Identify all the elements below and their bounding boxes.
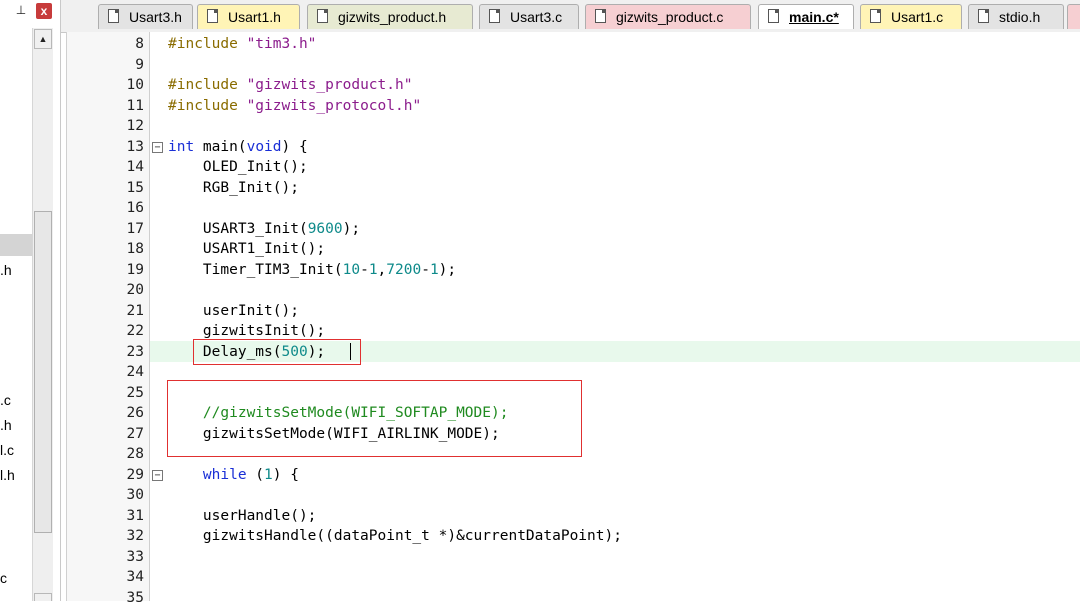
tab-usart1-h[interactable]: Usart1.h xyxy=(197,4,300,29)
code-line[interactable]: OLED_Init(); xyxy=(168,157,308,177)
line-number: 32 xyxy=(126,528,144,544)
line-number: 34 xyxy=(126,569,144,585)
file-icon xyxy=(317,9,328,23)
line-number: 33 xyxy=(126,548,144,565)
tab-label: Usart3.h xyxy=(129,9,182,25)
tab-label: gizwits_product.c xyxy=(616,9,724,25)
line-number: 18 xyxy=(126,241,144,257)
tab-usart3-h[interactable]: Usart3.h xyxy=(98,4,193,29)
line-number: 21 xyxy=(126,302,144,319)
tab-label: Usart1.c xyxy=(891,9,944,25)
line-number: 16 xyxy=(126,200,144,216)
scroll-up-arrow-icon[interactable]: ▲ xyxy=(34,29,52,49)
line-number: 14 xyxy=(126,159,144,175)
annotation-box xyxy=(193,339,361,365)
line-number: 20 xyxy=(126,282,144,298)
line-number: 30 xyxy=(126,487,144,503)
line-number: 23 xyxy=(126,343,144,360)
line-number: 29 xyxy=(126,466,144,483)
tree-item[interactable]: c xyxy=(0,570,7,586)
tab-gizwits-product-h[interactable]: gizwits_product.h xyxy=(307,4,473,29)
tab-overflow[interactable] xyxy=(1067,4,1080,29)
file-icon xyxy=(108,9,119,23)
annotation-box xyxy=(167,380,582,457)
tab-usart1-c[interactable]: Usart1.c xyxy=(860,4,962,29)
file-icon xyxy=(489,9,500,23)
file-icon xyxy=(870,9,881,23)
tab-label: stdio.h xyxy=(999,9,1041,25)
code-line[interactable]: #include "gizwits_protocol.h" xyxy=(168,96,421,116)
line-number: 17 xyxy=(126,220,144,237)
line-number: 11 xyxy=(126,97,144,114)
line-number: 31 xyxy=(126,507,144,524)
line-number: 13 xyxy=(126,138,144,155)
code-line[interactable]: int main(void) { xyxy=(168,137,308,157)
line-number: 15 xyxy=(126,179,144,196)
code-line[interactable]: userHandle(); xyxy=(168,506,317,526)
tab-main-c[interactable]: main.c* xyxy=(758,4,854,29)
code-line[interactable]: gizwitsInit(); xyxy=(168,321,325,341)
line-number: 12 xyxy=(126,118,144,134)
tab-label: Usart1.h xyxy=(228,9,281,25)
file-icon xyxy=(768,9,779,23)
line-number: 27 xyxy=(126,425,144,442)
close-panel-button[interactable]: x xyxy=(36,3,52,19)
scroll-down-arrow-icon[interactable] xyxy=(34,593,52,601)
file-icon xyxy=(207,9,218,23)
tab-label: Usart3.c xyxy=(510,9,563,25)
line-number: 19 xyxy=(126,261,144,278)
tree-item[interactable]: .h xyxy=(0,262,12,278)
code-line[interactable]: USART1_Init(); xyxy=(168,239,325,259)
code-line[interactable]: #include "gizwits_product.h" xyxy=(168,75,412,95)
tab-stdio-h[interactable]: stdio.h xyxy=(968,4,1064,29)
line-number: 24 xyxy=(126,364,144,380)
scroll-thumb[interactable] xyxy=(34,211,52,533)
vertical-scrollbar[interactable]: ▲ xyxy=(32,28,53,601)
project-panel: ⊥ x .h .c .h l.c l.h c ▲ xyxy=(0,0,61,601)
line-number: 26 xyxy=(126,405,144,421)
file-icon xyxy=(595,9,606,23)
code-line[interactable]: USART3_Init(9600); xyxy=(168,219,360,239)
code-line[interactable]: userInit(); xyxy=(168,301,299,321)
line-number: 22 xyxy=(126,323,144,339)
tree-item[interactable]: l.h xyxy=(0,467,15,483)
tree-selected-row[interactable] xyxy=(0,234,32,256)
tree-item[interactable]: .c xyxy=(0,392,11,408)
editor-tab-bar: Usart3.h Usart1.h gizwits_product.h Usar… xyxy=(61,0,1080,33)
tab-label: main.c* xyxy=(789,9,839,25)
code-line[interactable]: while (1) { xyxy=(168,465,299,485)
code-line[interactable]: RGB_Init(); xyxy=(168,178,299,198)
fold-toggle-icon[interactable]: − xyxy=(152,141,163,153)
line-number: 8 xyxy=(135,36,144,52)
line-number: 10 xyxy=(126,77,144,93)
tab-gizwits-product-c[interactable]: gizwits_product.c xyxy=(585,4,751,29)
line-number: 35 xyxy=(126,589,144,606)
line-number: 25 xyxy=(126,384,144,401)
line-number: 28 xyxy=(126,446,144,462)
fold-toggle-icon[interactable]: − xyxy=(152,469,163,481)
code-line[interactable]: gizwitsHandle((dataPoint_t *)&currentDat… xyxy=(168,526,622,546)
tree-item[interactable]: l.c xyxy=(0,442,14,458)
tab-label: gizwits_product.h xyxy=(338,9,447,25)
code-line[interactable]: #include "tim3.h" xyxy=(168,34,316,54)
code-line[interactable]: Timer_TIM3_Init(10-1,7200-1); xyxy=(168,260,456,280)
file-icon xyxy=(978,9,989,23)
tree-item[interactable]: .h xyxy=(0,417,12,433)
line-number: 9 xyxy=(135,56,144,73)
tab-usart3-c[interactable]: Usart3.c xyxy=(479,4,579,29)
text-cursor xyxy=(350,343,351,360)
pin-icon[interactable]: ⊥ xyxy=(14,3,28,17)
